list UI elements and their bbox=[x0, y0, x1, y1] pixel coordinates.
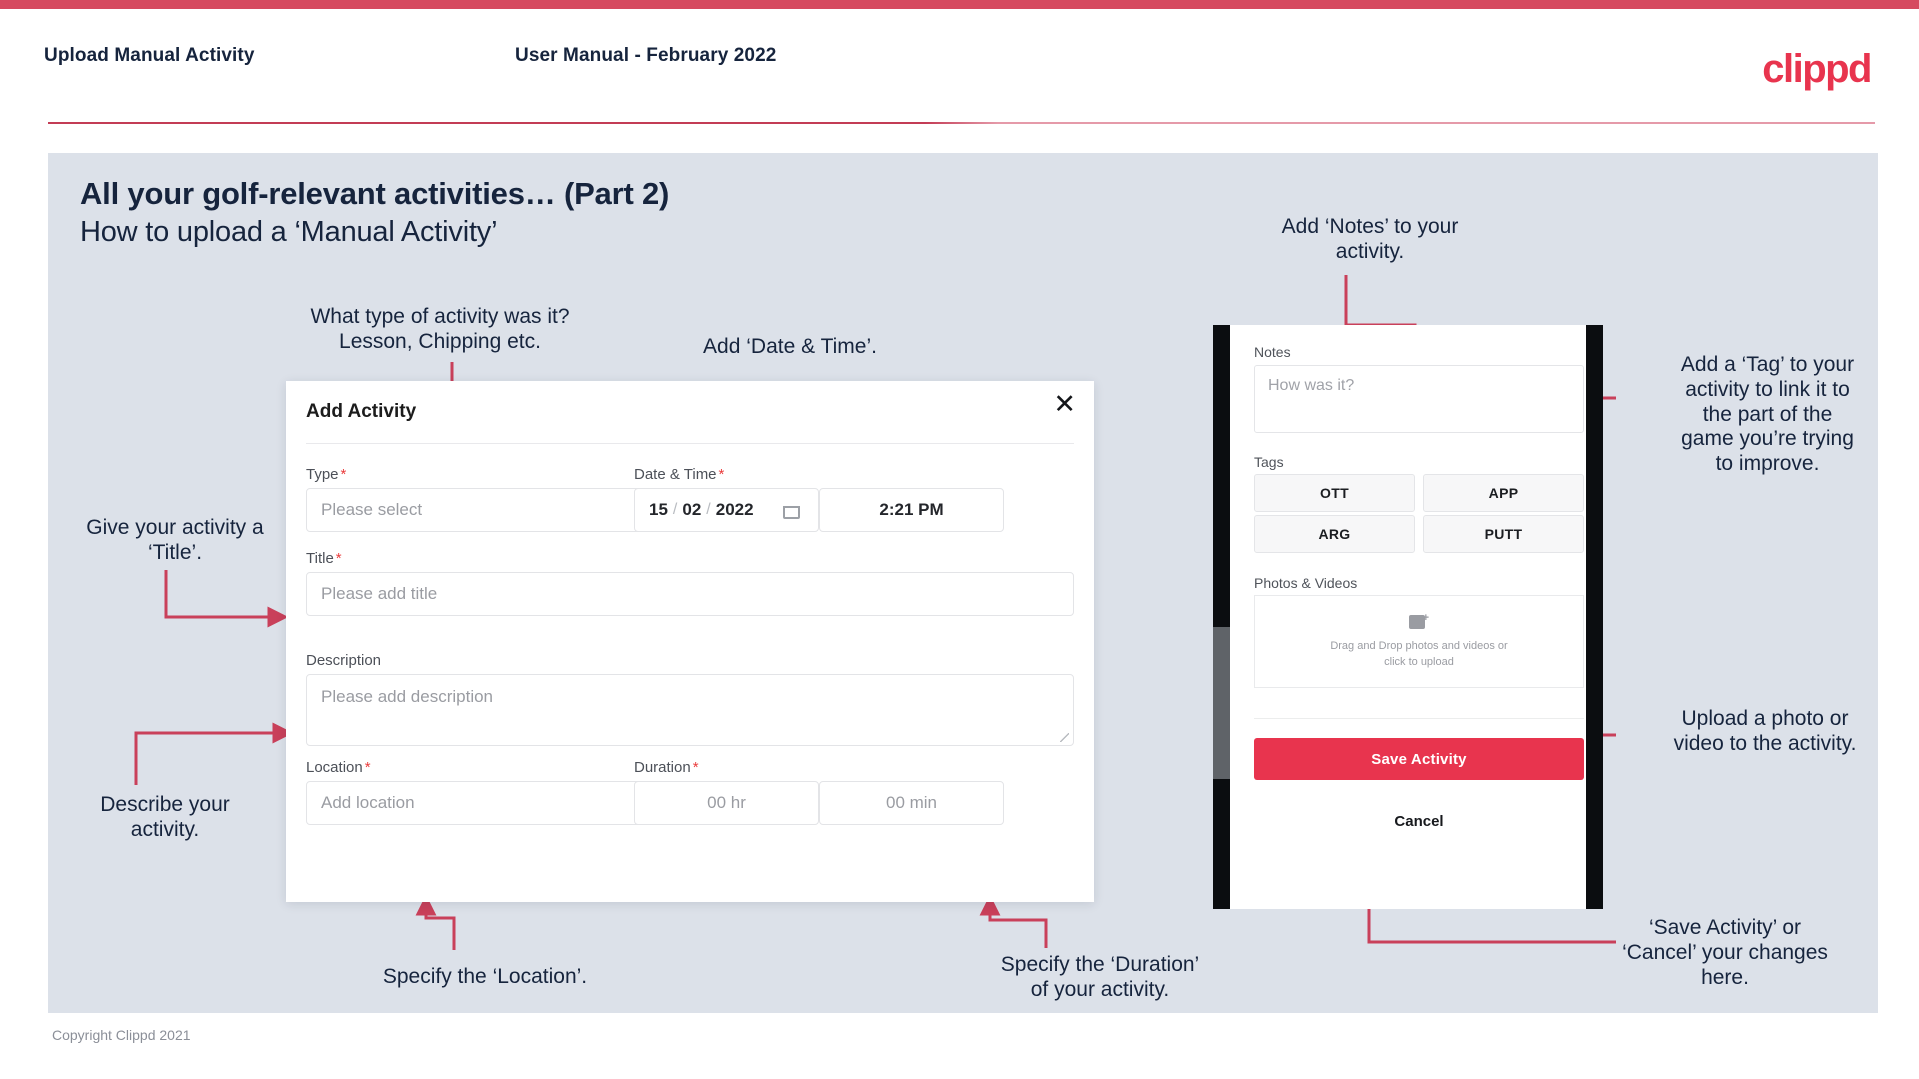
datetime-field-label: Date & Time * bbox=[634, 466, 724, 483]
notes-label: Notes bbox=[1254, 344, 1291, 360]
modal-title: Add Activity bbox=[306, 401, 417, 422]
save-activity-button[interactable]: Save Activity bbox=[1254, 738, 1584, 780]
time-input[interactable]: 2:21 PM bbox=[819, 488, 1004, 532]
description-textarea[interactable]: Please add description bbox=[306, 674, 1074, 746]
annotation-duration: Specify the ‘Duration’ of your activity. bbox=[1000, 953, 1200, 1001]
slide-title-secondary: How to upload a ‘Manual Activity’ bbox=[80, 216, 498, 248]
tag-button-ott[interactable]: OTT bbox=[1254, 474, 1415, 512]
image-add-icon: + bbox=[1409, 612, 1429, 630]
date-day: 15 bbox=[649, 500, 668, 519]
annotation-save-cancel: ‘Save Activity’ or ‘Cancel’ your changes… bbox=[1622, 916, 1828, 989]
slide-title-primary: All your golf-relevant activities… (Part… bbox=[80, 176, 670, 211]
date-year: 2022 bbox=[715, 500, 754, 519]
date-sep-1: / bbox=[672, 501, 678, 518]
duration-required-marker: * bbox=[692, 759, 699, 776]
time-value: 2:21 PM bbox=[879, 500, 944, 519]
photos-label: Photos & Videos bbox=[1254, 575, 1358, 591]
date-input[interactable]: 15 / 02 / 2022 bbox=[634, 488, 819, 532]
annotation-type: What type of activity was it? Lesson, Ch… bbox=[310, 305, 570, 353]
annotation-photos: Upload a photo or video to the activity. bbox=[1673, 707, 1857, 755]
tags-label: Tags bbox=[1254, 454, 1284, 470]
title-label-text: Title bbox=[306, 550, 334, 567]
date-sep-2: / bbox=[706, 501, 711, 518]
phone-screen: Notes How was it? Tags OTT APP ARG PUTT … bbox=[1230, 325, 1586, 909]
calendar-icon[interactable] bbox=[783, 501, 800, 519]
description-field-label: Description bbox=[306, 652, 381, 669]
location-field-label: Location * bbox=[306, 759, 371, 776]
resize-handle-icon[interactable] bbox=[1060, 733, 1069, 742]
cancel-button[interactable]: Cancel bbox=[1254, 813, 1584, 830]
tag-button-arg[interactable]: ARG bbox=[1254, 515, 1415, 553]
dropzone-text: Drag and Drop photos and videos or click… bbox=[1330, 639, 1508, 668]
header-divider bbox=[48, 122, 1875, 124]
type-placeholder: Please select bbox=[321, 500, 423, 519]
duration-field-label: Duration * bbox=[634, 759, 699, 776]
duration-minutes-placeholder: 00 min bbox=[885, 793, 938, 812]
page-header: Upload Manual Activity User Manual - Feb… bbox=[0, 9, 1919, 126]
annotation-location: Specify the ‘Location’. bbox=[382, 965, 588, 988]
type-label-text: Type bbox=[306, 466, 339, 483]
title-required-marker: * bbox=[335, 550, 342, 567]
annotation-datetime: Add ‘Date & Time’. bbox=[703, 335, 877, 358]
annotation-notes: Add ‘Notes’ to your activity. bbox=[1281, 215, 1459, 263]
tag-button-app[interactable]: APP bbox=[1423, 474, 1584, 512]
description-label-text: Description bbox=[306, 652, 382, 669]
phone-mockup: Notes How was it? Tags OTT APP ARG PUTT … bbox=[1213, 325, 1603, 909]
location-placeholder: Add location bbox=[321, 793, 415, 812]
notes-placeholder: How was it? bbox=[1268, 377, 1355, 394]
description-placeholder: Please add description bbox=[321, 687, 494, 706]
phone-volume-button bbox=[1213, 627, 1230, 779]
title-placeholder: Please add title bbox=[321, 584, 438, 603]
annotation-tags: Add a ‘Tag’ to your activity to link it … bbox=[1680, 353, 1855, 476]
type-field-label: Type * bbox=[306, 466, 346, 483]
annotation-title: Give your activity a ‘Title’. bbox=[86, 516, 264, 564]
title-input[interactable]: Please add title bbox=[306, 572, 1074, 616]
title-field-label: Title * bbox=[306, 550, 342, 567]
location-input[interactable]: Add location bbox=[306, 781, 679, 825]
clippd-logo: clippd bbox=[1762, 47, 1872, 91]
close-icon[interactable]: ✕ bbox=[1053, 391, 1076, 418]
location-required-marker: * bbox=[364, 759, 371, 776]
photo-dropzone[interactable]: + Drag and Drop photos and videos or cli… bbox=[1254, 595, 1584, 688]
duration-minutes-input[interactable]: 00 min bbox=[819, 781, 1004, 825]
top-accent-bar bbox=[0, 0, 1919, 9]
tag-button-putt[interactable]: PUTT bbox=[1423, 515, 1584, 553]
header-left-title: Upload Manual Activity bbox=[44, 45, 255, 66]
duration-hours-input[interactable]: 00 hr bbox=[634, 781, 819, 825]
duration-hours-placeholder: 00 hr bbox=[707, 793, 746, 812]
phone-divider bbox=[1254, 718, 1584, 719]
type-required-marker: * bbox=[340, 466, 347, 483]
add-activity-modal: Add Activity ✕ Type * Please select Date … bbox=[286, 381, 1094, 902]
datetime-label-text: Date & Time bbox=[634, 466, 717, 483]
duration-label-text: Duration bbox=[634, 759, 691, 776]
modal-divider bbox=[306, 443, 1074, 444]
date-month: 02 bbox=[682, 500, 702, 519]
notes-input[interactable]: How was it? bbox=[1254, 365, 1584, 433]
header-center-title: User Manual - February 2022 bbox=[515, 45, 777, 66]
slide-root: Upload Manual Activity User Manual - Feb… bbox=[0, 0, 1919, 1079]
copyright-text: Copyright Clippd 2021 bbox=[52, 1027, 191, 1043]
phone-frame-right bbox=[1586, 325, 1603, 909]
location-label-text: Location bbox=[306, 759, 363, 776]
annotation-description: Describe your activity. bbox=[100, 793, 230, 841]
datetime-required-marker: * bbox=[718, 466, 725, 483]
phone-frame-left bbox=[1213, 325, 1230, 909]
type-select[interactable]: Please select bbox=[306, 488, 679, 532]
